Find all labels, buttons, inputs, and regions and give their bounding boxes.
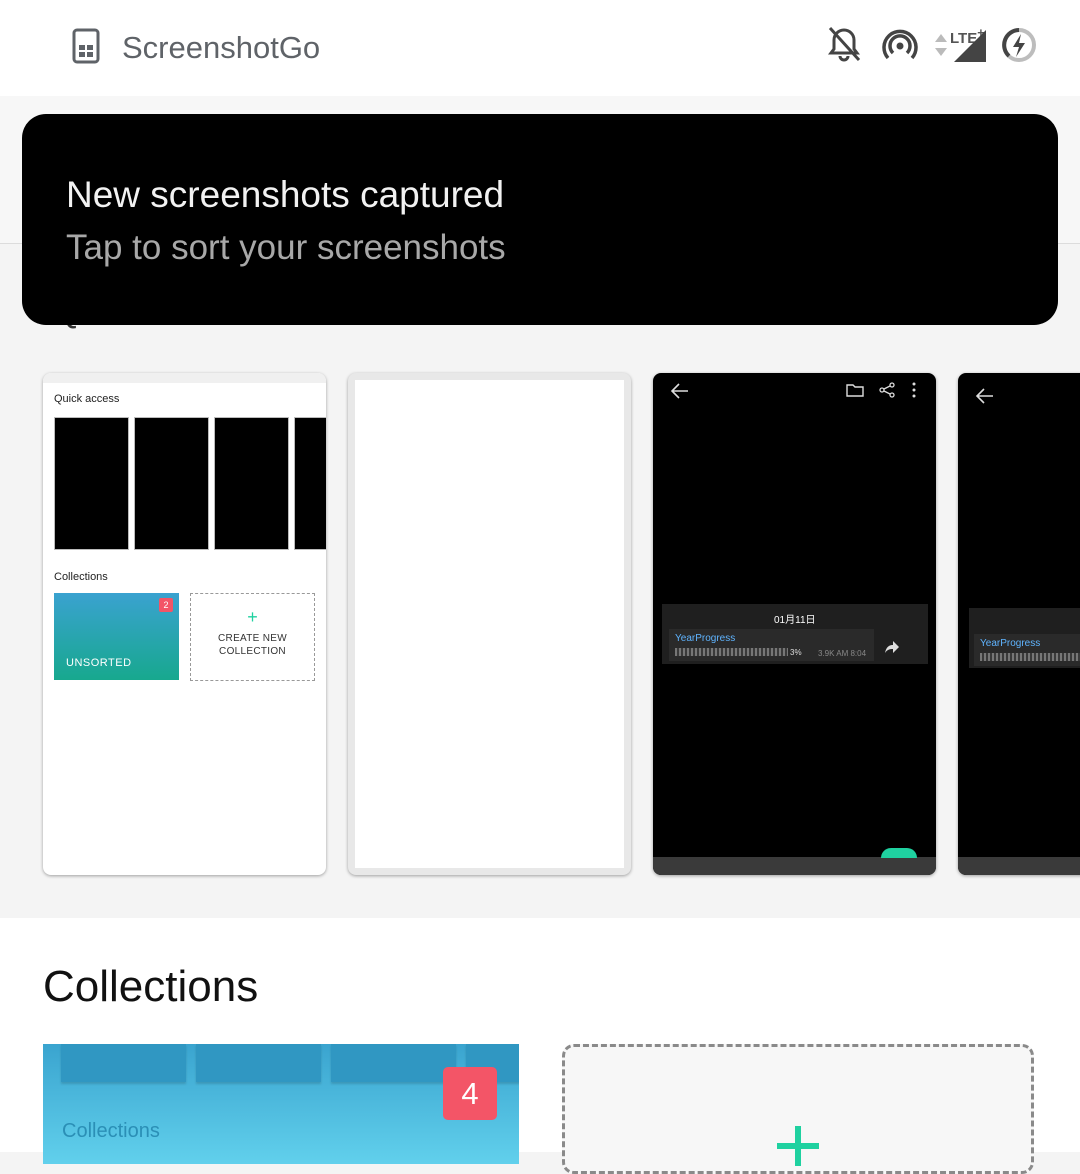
back-arrow-icon (670, 383, 688, 399)
battery-charging-icon (1002, 28, 1036, 62)
forward-icon (885, 641, 899, 653)
notification-subtitle: Tap to sort your screenshots (66, 228, 506, 267)
signal-icon (954, 30, 986, 62)
screenshot-thumbnail[interactable] (348, 373, 631, 875)
notification-title: New screenshots captured (66, 174, 505, 215)
back-arrow-icon (975, 388, 993, 404)
preview-thumbnail (214, 417, 289, 550)
bell-off-icon (828, 26, 861, 62)
plus-icon: + (247, 607, 258, 627)
plus-icon (777, 1126, 819, 1166)
preview-unsorted-collection: 2 UNSORTED (54, 593, 179, 680)
collections-heading: Collections (43, 962, 259, 1011)
preview-collections-label: Collections (54, 571, 108, 583)
collection-card-label: Collections (62, 1120, 160, 1142)
share-icon (879, 382, 895, 398)
message-meta: 3.9K AM 8:04 (818, 649, 867, 658)
preview-top-bar (43, 373, 326, 383)
more-vert-icon (912, 382, 916, 398)
move-folder-icon (846, 384, 864, 397)
preview-quick-access-label: Quick access (54, 393, 120, 405)
channel-name: YearProgress (980, 638, 1041, 649)
chat-date: 01月11日 (774, 615, 816, 626)
collection-count-badge: 4 (443, 1067, 497, 1120)
year-progress-bar (675, 648, 788, 656)
hotspot-icon (882, 29, 918, 60)
thumbnail-bottom-bar (958, 857, 1080, 875)
preview-unsorted-badge: 2 (159, 598, 173, 612)
preview-thumbnail (54, 417, 129, 550)
preview-thumbnail (294, 417, 326, 550)
channel-name: YearProgress (675, 633, 736, 644)
fab-button (881, 848, 917, 858)
preview-create-label: CREATE NEW COLLECTION (218, 633, 287, 657)
collection-preview-thumb (61, 1044, 186, 1082)
status-bar: ScreenshotGo LTE+ (0, 0, 1080, 96)
preview-thumbnail (134, 417, 209, 550)
collection-preview-thumb (331, 1044, 456, 1082)
preview-unsorted-label: UNSORTED (66, 657, 132, 669)
thumbnail-bottom-bar (653, 857, 936, 875)
data-arrows-icon (935, 34, 947, 56)
year-progress-bar (980, 653, 1080, 661)
screenshot-notification[interactable]: New screenshots captured Tap to sort you… (22, 114, 1058, 325)
preview-create-collection: + CREATE NEW COLLECTION (190, 593, 315, 681)
collection-preview-thumb (196, 1044, 321, 1082)
app-name: ScreenshotGo (122, 30, 321, 65)
phone-screenshot-icon (72, 28, 100, 64)
year-progress-percent: 3% (790, 648, 802, 657)
